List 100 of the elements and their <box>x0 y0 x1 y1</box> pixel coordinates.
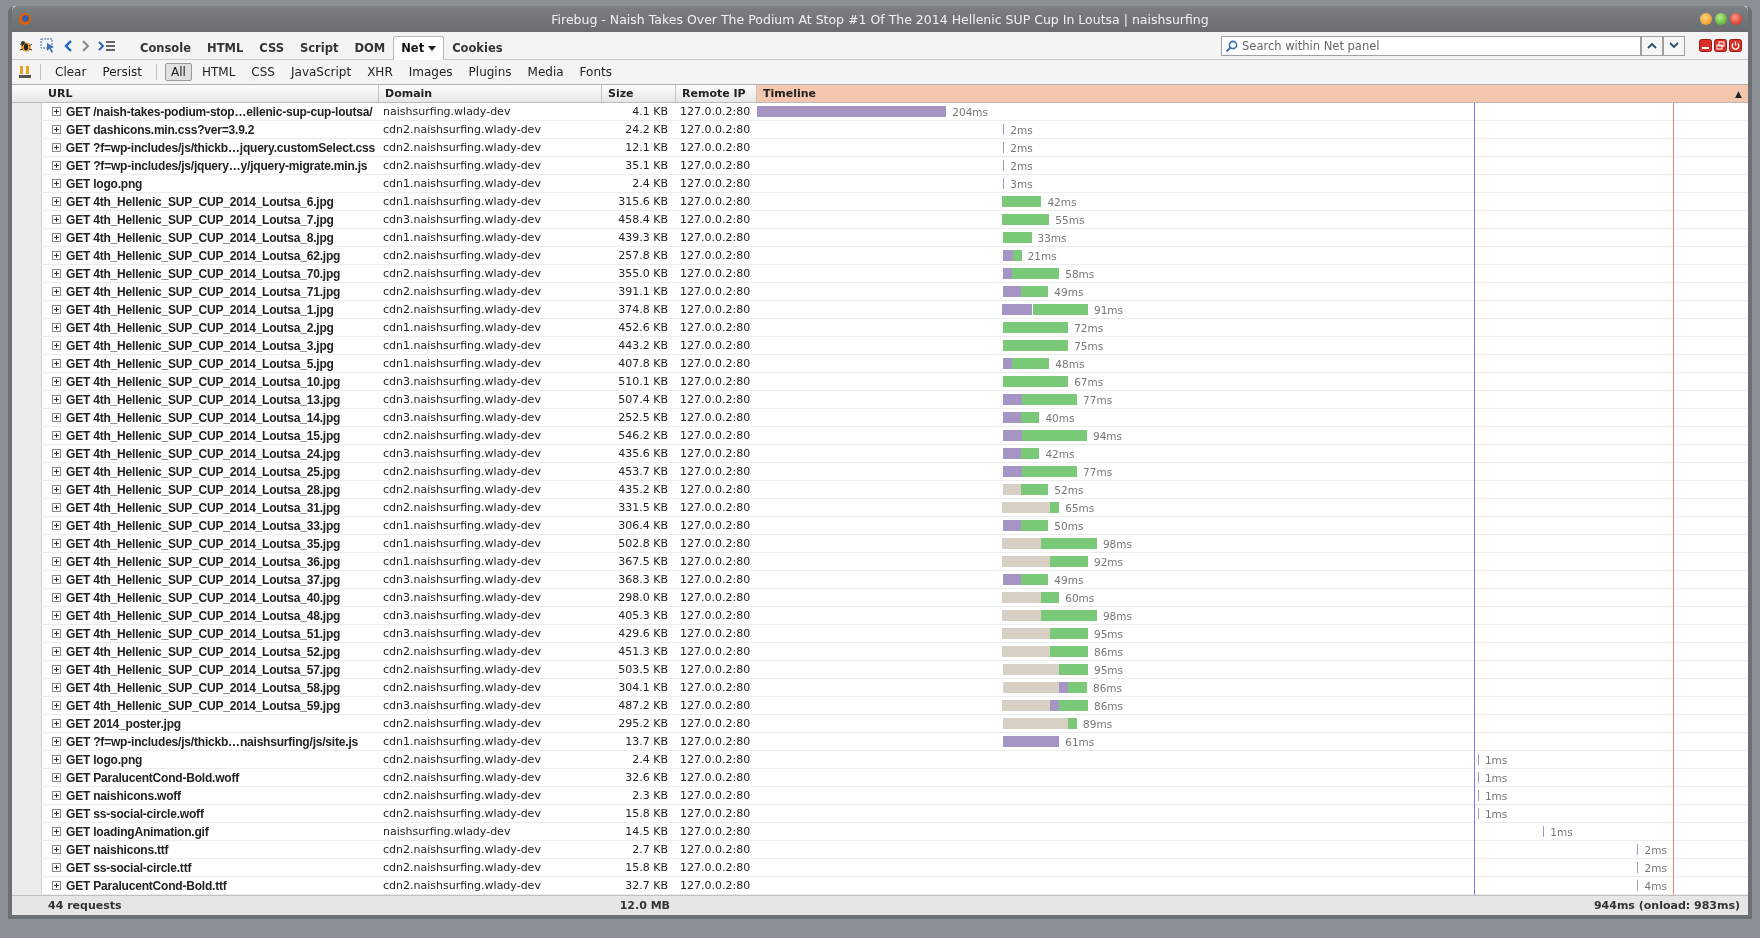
expand-icon[interactable] <box>52 323 61 332</box>
column-header[interactable]: Size <box>602 85 676 102</box>
detach-icon[interactable] <box>1714 39 1727 52</box>
request-url[interactable]: GET 4th_Hellenic_SUP_CUP_2014_Loutsa_5.jpg <box>66 356 334 371</box>
request-url[interactable]: GET 4th_Hellenic_SUP_CUP_2014_Loutsa_71.jpg <box>66 284 341 299</box>
expand-icon[interactable] <box>52 359 61 368</box>
request-url[interactable]: GET ss-social-circle.ttf <box>66 860 192 875</box>
request-url[interactable]: GET 4th_Hellenic_SUP_CUP_2014_Loutsa_52.jpg <box>66 644 341 659</box>
request-url[interactable]: GET ParalucentCond-Bold.ttf <box>66 878 227 893</box>
filter-button[interactable]: Media <box>521 63 570 81</box>
expand-icon[interactable] <box>52 557 61 566</box>
request-url[interactable]: GET 4th_Hellenic_SUP_CUP_2014_Loutsa_40.jpg <box>66 590 341 605</box>
expand-icon[interactable] <box>52 773 61 782</box>
panel-tab[interactable]: Script <box>291 37 347 59</box>
expand-icon[interactable] <box>52 125 61 134</box>
request-url[interactable]: GET 4th_Hellenic_SUP_CUP_2014_Loutsa_1.jpg <box>66 302 334 317</box>
filter-button[interactable]: HTML <box>195 63 242 81</box>
request-url[interactable]: GET 4th_Hellenic_SUP_CUP_2014_Loutsa_36.jpg <box>66 554 341 569</box>
bug-icon[interactable] <box>18 38 34 53</box>
request-url[interactable]: GET 4th_Hellenic_SUP_CUP_2014_Loutsa_58.jpg <box>66 680 341 695</box>
request-url[interactable]: GET 4th_Hellenic_SUP_CUP_2014_Loutsa_24.jpg <box>66 446 341 461</box>
xhr-icon[interactable] <box>18 65 32 79</box>
request-url[interactable]: GET logo.png <box>66 752 143 767</box>
expand-icon[interactable] <box>52 197 61 206</box>
timeline-header[interactable]: Timeline ▲ <box>757 85 1748 102</box>
panel-tab[interactable]: Cookies <box>444 37 511 59</box>
filter-button[interactable]: JavaScript <box>285 63 358 81</box>
expand-icon[interactable] <box>52 341 61 350</box>
expand-icon[interactable] <box>52 683 61 692</box>
minimize-button[interactable] <box>1700 13 1712 25</box>
request-url[interactable]: GET 4th_Hellenic_SUP_CUP_2014_Loutsa_6.jpg <box>66 194 334 209</box>
expand-icon[interactable] <box>52 287 61 296</box>
expand-icon[interactable] <box>52 143 61 152</box>
filter-button[interactable]: All <box>165 63 192 81</box>
expand-icon[interactable] <box>52 413 61 422</box>
request-url[interactable]: GET 4th_Hellenic_SUP_CUP_2014_Loutsa_59.jpg <box>66 698 341 713</box>
request-url[interactable]: GET dashicons.min.css?ver=3.9.2 <box>66 122 255 137</box>
expand-icon[interactable] <box>52 737 61 746</box>
expand-icon[interactable] <box>52 485 61 494</box>
request-url[interactable]: GET 4th_Hellenic_SUP_CUP_2014_Loutsa_15.jpg <box>66 428 341 443</box>
request-url[interactable]: GET ss-social-circle.woff <box>66 806 204 821</box>
expand-icon[interactable] <box>52 575 61 584</box>
expand-icon[interactable] <box>52 665 61 674</box>
request-url[interactable]: GET 4th_Hellenic_SUP_CUP_2014_Loutsa_57.jpg <box>66 662 341 677</box>
expand-icon[interactable] <box>52 719 61 728</box>
expand-icon[interactable] <box>52 593 61 602</box>
request-url[interactable]: GET ?f=wp-includes/js/thickb…naishsurfing/js/site.js <box>66 734 358 749</box>
request-url[interactable]: GET 4th_Hellenic_SUP_CUP_2014_Loutsa_2.jpg <box>66 320 334 335</box>
request-url[interactable]: GET 2014_poster.jpg <box>66 716 181 731</box>
expand-icon[interactable] <box>52 251 61 260</box>
power-icon[interactable] <box>1729 39 1742 52</box>
request-url[interactable]: GET 4th_Hellenic_SUP_CUP_2014_Loutsa_35.jpg <box>66 536 341 551</box>
toolbar-button[interactable]: Persist <box>96 63 149 81</box>
expand-icon[interactable] <box>52 647 61 656</box>
filter-button[interactable]: XHR <box>361 63 399 81</box>
request-url[interactable]: GET 4th_Hellenic_SUP_CUP_2014_Loutsa_3.jpg <box>66 338 334 353</box>
minimize-icon[interactable] <box>1699 39 1712 52</box>
expand-icon[interactable] <box>52 809 61 818</box>
request-url[interactable]: GET 4th_Hellenic_SUP_CUP_2014_Loutsa_25.jpg <box>66 464 341 479</box>
request-url[interactable]: GET ?f=wp-includes/js/thickb…jquery.customSelect.css <box>65 140 375 155</box>
expand-icon[interactable] <box>52 449 61 458</box>
next-match-button[interactable] <box>1663 35 1685 56</box>
search-field[interactable]: Search within Net panel <box>1221 35 1641 56</box>
request-url[interactable]: GET 4th_Hellenic_SUP_CUP_2014_Loutsa_37.jpg <box>66 572 341 587</box>
filter-button[interactable]: Fonts <box>573 63 618 81</box>
request-url[interactable]: GET 4th_Hellenic_SUP_CUP_2014_Loutsa_8.jpg <box>66 230 334 245</box>
expand-icon[interactable] <box>52 827 61 836</box>
filter-button[interactable]: CSS <box>245 63 281 81</box>
maximize-button[interactable] <box>1715 13 1727 25</box>
request-url[interactable]: GET 4th_Hellenic_SUP_CUP_2014_Loutsa_31.jpg <box>66 500 341 515</box>
expand-icon[interactable] <box>52 791 61 800</box>
request-url[interactable]: GET 4th_Hellenic_SUP_CUP_2014_Loutsa_51.jpg <box>66 626 341 641</box>
panel-tab[interactable]: Net <box>393 36 445 60</box>
expand-icon[interactable] <box>52 503 61 512</box>
column-header[interactable]: URL <box>42 85 379 102</box>
request-url[interactable]: GET 4th_Hellenic_SUP_CUP_2014_Loutsa_48.jpg <box>66 608 341 623</box>
request-url[interactable]: GET 4th_Hellenic_SUP_CUP_2014_Loutsa_28.jpg <box>66 482 341 497</box>
request-url[interactable]: GET logo.png <box>66 176 143 191</box>
panel-tab[interactable]: HTML <box>199 37 252 59</box>
panel-tab[interactable]: Console <box>132 37 199 59</box>
expand-icon[interactable] <box>52 755 61 764</box>
request-url[interactable]: GET 4th_Hellenic_SUP_CUP_2014_Loutsa_62.jpg <box>66 248 341 263</box>
request-url[interactable]: GET 4th_Hellenic_SUP_CUP_2014_Loutsa_14.jpg <box>66 410 341 425</box>
expand-icon[interactable] <box>52 395 61 404</box>
command-line-icon[interactable] <box>98 38 116 53</box>
request-url[interactable]: GET ParalucentCond-Bold.woff <box>66 770 240 785</box>
panel-tab[interactable]: CSS <box>251 37 292 59</box>
expand-icon[interactable] <box>52 863 61 872</box>
request-url[interactable]: GET 4th_Hellenic_SUP_CUP_2014_Loutsa_7.jpg <box>66 212 334 227</box>
panel-tab[interactable]: DOM <box>346 37 394 59</box>
expand-icon[interactable] <box>52 179 61 188</box>
expand-icon[interactable] <box>52 269 61 278</box>
request-url[interactable]: GET 4th_Hellenic_SUP_CUP_2014_Loutsa_10.jpg <box>66 374 341 389</box>
previous-match-button[interactable] <box>1641 35 1663 56</box>
expand-icon[interactable] <box>52 539 61 548</box>
filter-button[interactable]: Plugins <box>462 63 518 81</box>
expand-icon[interactable] <box>52 881 61 890</box>
expand-icon[interactable] <box>52 845 61 854</box>
expand-icon[interactable] <box>52 701 61 710</box>
request-url[interactable]: GET naishicons.woff <box>66 788 181 803</box>
